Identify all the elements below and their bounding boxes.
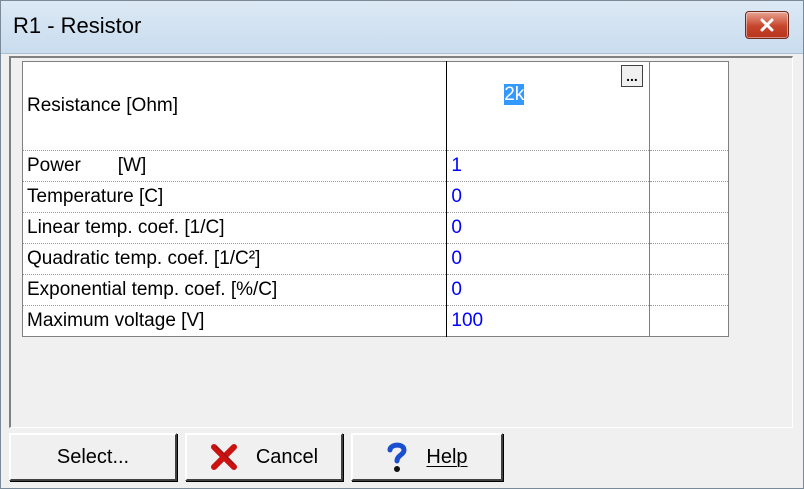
- help-button[interactable]: Help: [351, 433, 503, 481]
- property-value[interactable]: 0: [446, 243, 650, 275]
- close-icon: [760, 18, 774, 32]
- property-extra-cell: [649, 243, 729, 275]
- property-row-quadratic-coef[interactable]: Quadratic temp. coef. [1/C²] 0: [22, 243, 729, 275]
- cancel-button[interactable]: Cancel: [185, 433, 343, 481]
- property-value[interactable]: 0: [446, 274, 650, 306]
- property-value[interactable]: 0: [446, 181, 650, 213]
- button-bar: Select... Cancel Help: [1, 431, 803, 488]
- property-name: Maximum voltage [V]: [22, 305, 448, 337]
- property-value[interactable]: 100: [446, 305, 650, 337]
- window-title: R1 - Resistor: [13, 13, 142, 38]
- browse-button[interactable]: ...: [620, 65, 643, 87]
- property-name: Linear temp. coef. [1/C]: [22, 212, 448, 244]
- cancel-x-icon: [210, 444, 238, 470]
- property-row-temperature[interactable]: Temperature [C] 0: [22, 181, 729, 213]
- property-row-resistance[interactable]: Resistance [Ohm] 2k ...: [22, 61, 729, 151]
- resistor-dialog: R1 - Resistor Resistance [Ohm] 2k ... Po…: [0, 0, 804, 489]
- property-row-exponential-coef[interactable]: Exponential temp. coef. [%/C] 0: [22, 274, 729, 306]
- cancel-button-label: Cancel: [255, 445, 319, 468]
- property-value-editor[interactable]: 2k ...: [446, 61, 650, 151]
- select-button[interactable]: Select...: [9, 433, 177, 481]
- property-extra-cell: [649, 274, 729, 306]
- property-row-linear-coef[interactable]: Linear temp. coef. [1/C] 0: [22, 212, 729, 244]
- property-row-power[interactable]: Power [W] 1: [22, 150, 729, 182]
- property-extra-cell: [649, 61, 729, 151]
- property-name: Exponential temp. coef. [%/C]: [22, 274, 448, 306]
- property-name: Temperature [C]: [22, 181, 448, 213]
- property-name: Quadratic temp. coef. [1/C²]: [22, 243, 448, 275]
- property-row-max-voltage[interactable]: Maximum voltage [V] 100: [22, 305, 729, 337]
- property-extra-cell: [649, 150, 729, 182]
- select-button-label: Select...: [56, 445, 130, 468]
- help-question-icon: [386, 441, 408, 473]
- close-button[interactable]: [745, 11, 789, 39]
- resistance-value-input[interactable]: 2k: [504, 84, 525, 105]
- property-extra-cell: [649, 305, 729, 337]
- property-extra-cell: [649, 212, 729, 244]
- property-extra-cell: [649, 181, 729, 213]
- property-value[interactable]: 1: [446, 150, 650, 182]
- title-bar: R1 - Resistor: [1, 1, 803, 54]
- property-value[interactable]: 0: [446, 212, 650, 244]
- help-button-label: Help: [426, 445, 468, 468]
- property-name: Resistance [Ohm]: [22, 61, 448, 151]
- property-panel: Resistance [Ohm] 2k ... Power [W] 1 Temp…: [9, 56, 793, 428]
- property-name: Power [W]: [22, 150, 448, 182]
- property-grid: Resistance [Ohm] 2k ... Power [W] 1 Temp…: [22, 61, 729, 337]
